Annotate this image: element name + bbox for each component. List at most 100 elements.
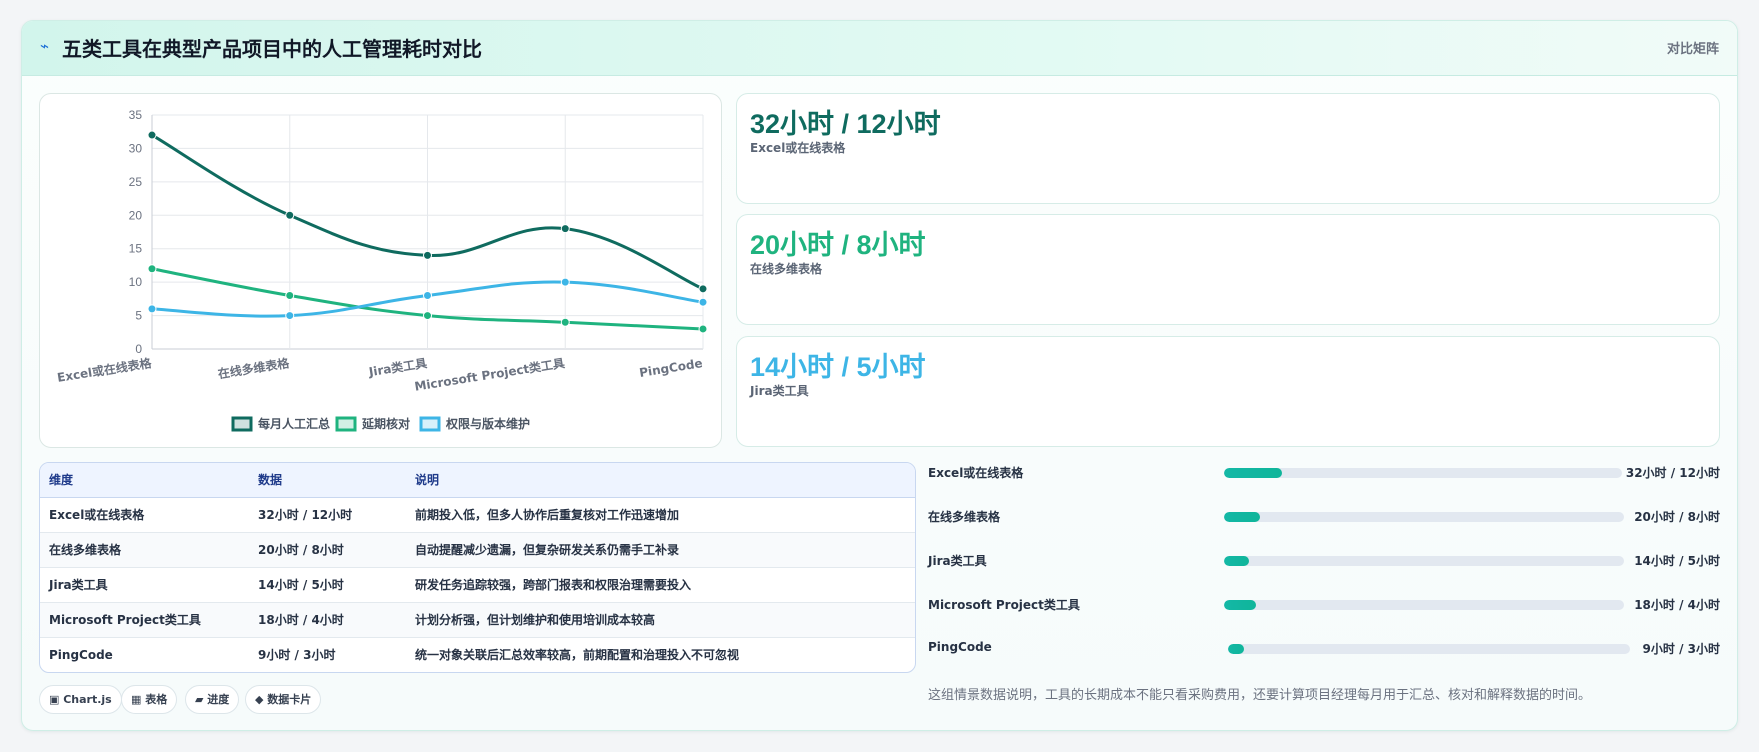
- data-point: [698, 297, 708, 307]
- table-cell: 9小时 / 3小时: [258, 648, 336, 663]
- legend-label: 每月人工汇总: [258, 416, 330, 431]
- tag-chip[interactable]: ◆ 数据卡片: [245, 685, 322, 714]
- progress-track: [1224, 600, 1624, 610]
- y-tick-label: 25: [129, 175, 143, 189]
- data-point: [147, 304, 157, 314]
- progress-fill: [1224, 600, 1257, 610]
- data-point: [285, 291, 295, 301]
- progress-track: [1228, 644, 1630, 654]
- table-header-cell: 数据: [249, 463, 406, 498]
- progress-label: Excel或在线表格: [928, 466, 1024, 480]
- y-tick-label: 10: [129, 275, 143, 289]
- table-header-row: 维度 数据 说明: [40, 463, 915, 498]
- data-point: [560, 277, 570, 287]
- data-point: [285, 210, 295, 220]
- table-cell: 14小时 / 5小时: [258, 578, 344, 592]
- stat-card: 14小时 / 5小时 Jira类工具: [736, 336, 1720, 447]
- progress-fill: [1224, 512, 1260, 522]
- progress-value: 32小时 / 12小时: [1625, 466, 1720, 480]
- line-chart: 0 5 10 15 20 25 30 35 Excel或在线表格 在线多维表格 Jira类工具Mic…: [56, 108, 708, 432]
- stat-card: 32小时 / 12小时 Excel或在线表格: [736, 93, 1720, 204]
- x-tick-label: Excel或在线表格: [56, 355, 153, 385]
- table-cell: Microsoft Project类工具: [49, 613, 201, 627]
- progress-label: Jira类工具: [928, 554, 987, 568]
- x-tick-label: Jira类工具: [367, 355, 428, 379]
- data-point: [147, 264, 157, 274]
- y-tick-label: 20: [129, 208, 143, 222]
- table-row: 在线多维表格 20小时 / 8小时 自动提醒减少遗漏，但复杂研发关系仍需手工补录: [40, 532, 915, 567]
- table-row: PingCode 9小时 / 3小时 统一对象关联后汇总效率较高，前期配置和治理投入…: [40, 637, 915, 672]
- y-tick-label: 35: [129, 108, 143, 122]
- table-cell: 前期投入低，但多人协作后重复核对工作迅速增加: [415, 508, 680, 522]
- stat-label: Excel或在线表格: [750, 141, 846, 155]
- comparison-table: 维度 数据 说明 Excel或在线表格 32小时 / 12小时 前期投入低，但多人协…: [40, 463, 915, 672]
- data-point: [423, 311, 432, 321]
- progress-row: PingCode 9小时 / 3小时: [928, 638, 1720, 658]
- table-cell: 研发任务追踪较强，跨部门报表和权限治理需要投入: [415, 578, 692, 592]
- data-point: [147, 130, 157, 140]
- progress-value: 20小时 / 8小时: [1634, 510, 1720, 524]
- y-tick-label: 30: [129, 141, 143, 155]
- legend-swatch: [335, 416, 357, 432]
- comparison-table-card: 维度 数据 说明 Excel或在线表格 32小时 / 12小时 前期投入低，但多人协…: [39, 462, 916, 673]
- table-row: Jira类工具 14小时 / 5小时 研发任务追踪较强，跨部门报表和权限治理需要投入: [40, 567, 915, 602]
- data-point: [698, 324, 708, 334]
- progress-row: Excel或在线表格 32小时 / 12小时: [928, 462, 1720, 482]
- progress-value: 14小时 / 5小时: [1634, 554, 1720, 568]
- data-point: [698, 284, 708, 294]
- table-cell: 自动提醒减少遗漏，但复杂研发关系仍需手工补录: [415, 543, 680, 557]
- progress-fill: [1224, 556, 1250, 566]
- x-tick-label: 在线多维表格: [217, 355, 291, 381]
- bolt-icon: ⌁: [40, 37, 50, 55]
- progress-track: [1224, 468, 1622, 478]
- progress-label: 在线多维表格: [928, 510, 1001, 524]
- x-tick-label: PingCode: [638, 356, 703, 380]
- table-cell: Jira类工具: [49, 578, 108, 592]
- data-point: [423, 291, 432, 301]
- progress-row: 在线多维表格 20小时 / 8小时: [928, 506, 1720, 526]
- dashboard-frame: ⌁ 五类工具在典型产品项目中的人工管理耗时对比 对比矩阵 0 5 10 15 20 25 3…: [21, 20, 1738, 731]
- progress-row: Microsoft Project类工具 18小时 / 4小时: [928, 594, 1720, 614]
- table-cell: 32小时 / 12小时: [258, 508, 353, 522]
- progress-fill: [1228, 644, 1245, 654]
- stat-card: 20小时 / 8小时在线多维表格: [736, 214, 1720, 325]
- legend-swatch: [419, 416, 441, 432]
- data-point: [423, 250, 432, 260]
- y-tick-label: 5: [135, 309, 142, 323]
- tag-chip[interactable]: ▦ 表格: [121, 685, 178, 714]
- stat-label: Jira类工具: [750, 384, 809, 398]
- table-header-cell: 说明: [406, 463, 915, 498]
- legend-swatch: [231, 416, 253, 432]
- stat-label: 在线多维表格: [750, 262, 823, 276]
- table-row: Microsoft Project类工具 18小时 / 4小时 计划分析强，但计划维…: [40, 602, 915, 637]
- line-chart-card: 0 5 10 15 20 25 30 35 Excel或在线表格 在线多维表格 Jira类工具 Mic…: [39, 93, 722, 448]
- progress-fill: [1224, 468, 1282, 478]
- table-cell: 在线多维表格: [49, 543, 122, 557]
- y-tick-label: 15: [129, 242, 143, 256]
- data-point: [285, 311, 295, 321]
- progress-label: PingCode: [928, 640, 992, 654]
- progress-value: 18小时 / 4小时: [1634, 598, 1720, 612]
- progress-row: Jira类工具 14小时 / 5小时: [928, 550, 1720, 570]
- table-cell: PingCode: [49, 647, 113, 662]
- table-header-cell: 维度: [40, 463, 249, 498]
- tag-chip[interactable]: ▰ 进度: [185, 685, 240, 714]
- progress-track: [1224, 512, 1624, 522]
- table-cell: 20小时 / 8小时: [258, 543, 344, 557]
- table-cell: 计划分析强，但计划维护和使用培训成本较高: [415, 613, 656, 627]
- stat-value: 20小时 / 8小时: [750, 230, 926, 260]
- stat-value: 32小时 / 12小时: [750, 109, 941, 139]
- footnote: 这组情景数据说明，工具的长期成本不能只看采购费用，还要计算项目经理每月用于汇总、…: [928, 688, 1592, 703]
- tag-chip[interactable]: ▣ Chart.js: [39, 685, 122, 714]
- progress-panel: Excel或在线表格 32小时 / 12小时在线多维表格 20小时 / 8小时 Jir…: [928, 462, 1720, 662]
- legend-label: 权限与版本维护: [445, 416, 530, 431]
- header-tag: 对比矩阵: [1666, 42, 1719, 57]
- header-bar: ⌁ 五类工具在典型产品项目中的人工管理耗时对比 对比矩阵: [22, 21, 1737, 76]
- data-point: [560, 317, 570, 327]
- stat-value: 14小时 / 5小时: [750, 352, 926, 382]
- table-cell: 统一对象关联后汇总效率较高，前期配置和治理投入不可忽视: [415, 648, 740, 663]
- x-tick-label: Microsoft Project类工具: [413, 355, 565, 394]
- progress-value: 9小时 / 3小时: [1642, 642, 1720, 656]
- data-point: [560, 224, 570, 234]
- table-cell: 18小时 / 4小时: [258, 613, 344, 627]
